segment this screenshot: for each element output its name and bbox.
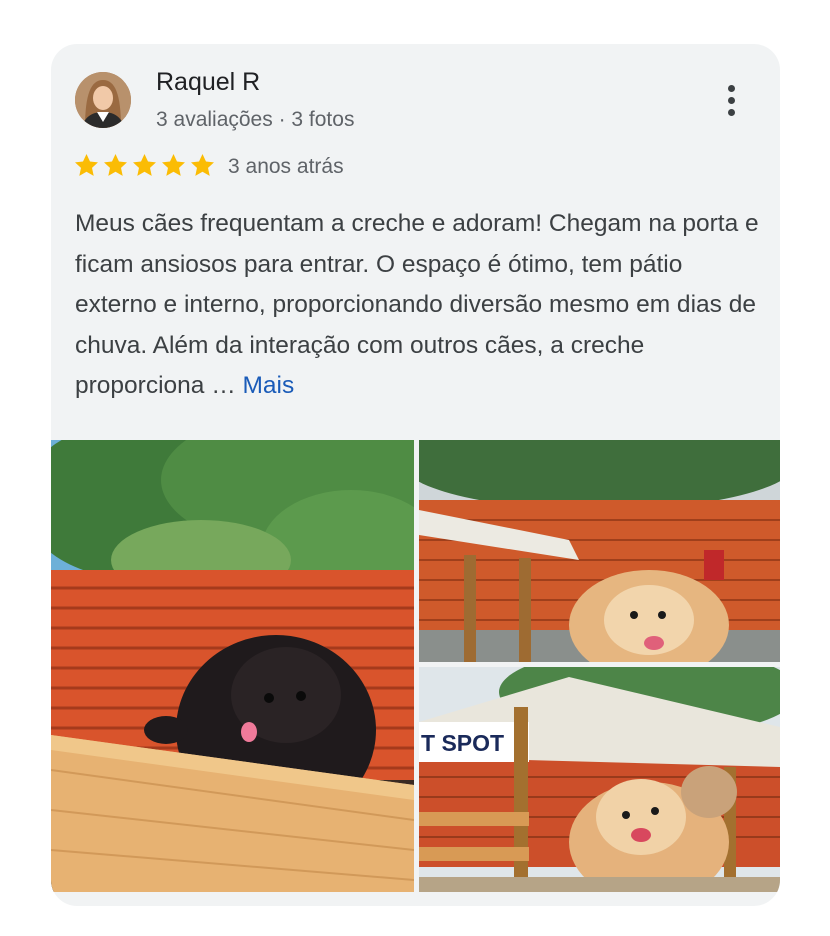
review-time: 3 anos atrás xyxy=(228,155,344,178)
more-options-button[interactable] xyxy=(715,80,747,120)
star-icon xyxy=(162,154,185,176)
more-link[interactable]: Mais xyxy=(243,372,295,399)
author-stats: 3 avaliações · 3 fotos xyxy=(156,108,355,131)
review-body: Meus cães frequentam a creche e adoram! … xyxy=(75,210,759,399)
star-icon xyxy=(104,154,127,176)
star-rating xyxy=(73,152,216,180)
star-icon xyxy=(191,154,214,176)
review-photo-2[interactable] xyxy=(419,440,780,662)
star-icon xyxy=(133,154,156,176)
review-photo-3[interactable]: T SPOT xyxy=(419,667,780,892)
review-card: Raquel R 3 avaliações · 3 fotos 3 anos a… xyxy=(51,44,780,906)
review-text: Meus cães frequentam a creche e adoram! … xyxy=(75,204,765,407)
author-avatar[interactable] xyxy=(75,72,131,128)
photo-sign: T SPOT xyxy=(421,729,505,756)
review-photo-1[interactable] xyxy=(51,440,414,892)
more-vert-icon xyxy=(727,84,735,92)
author-name[interactable]: Raquel R xyxy=(156,68,260,97)
star-icon xyxy=(75,154,98,176)
